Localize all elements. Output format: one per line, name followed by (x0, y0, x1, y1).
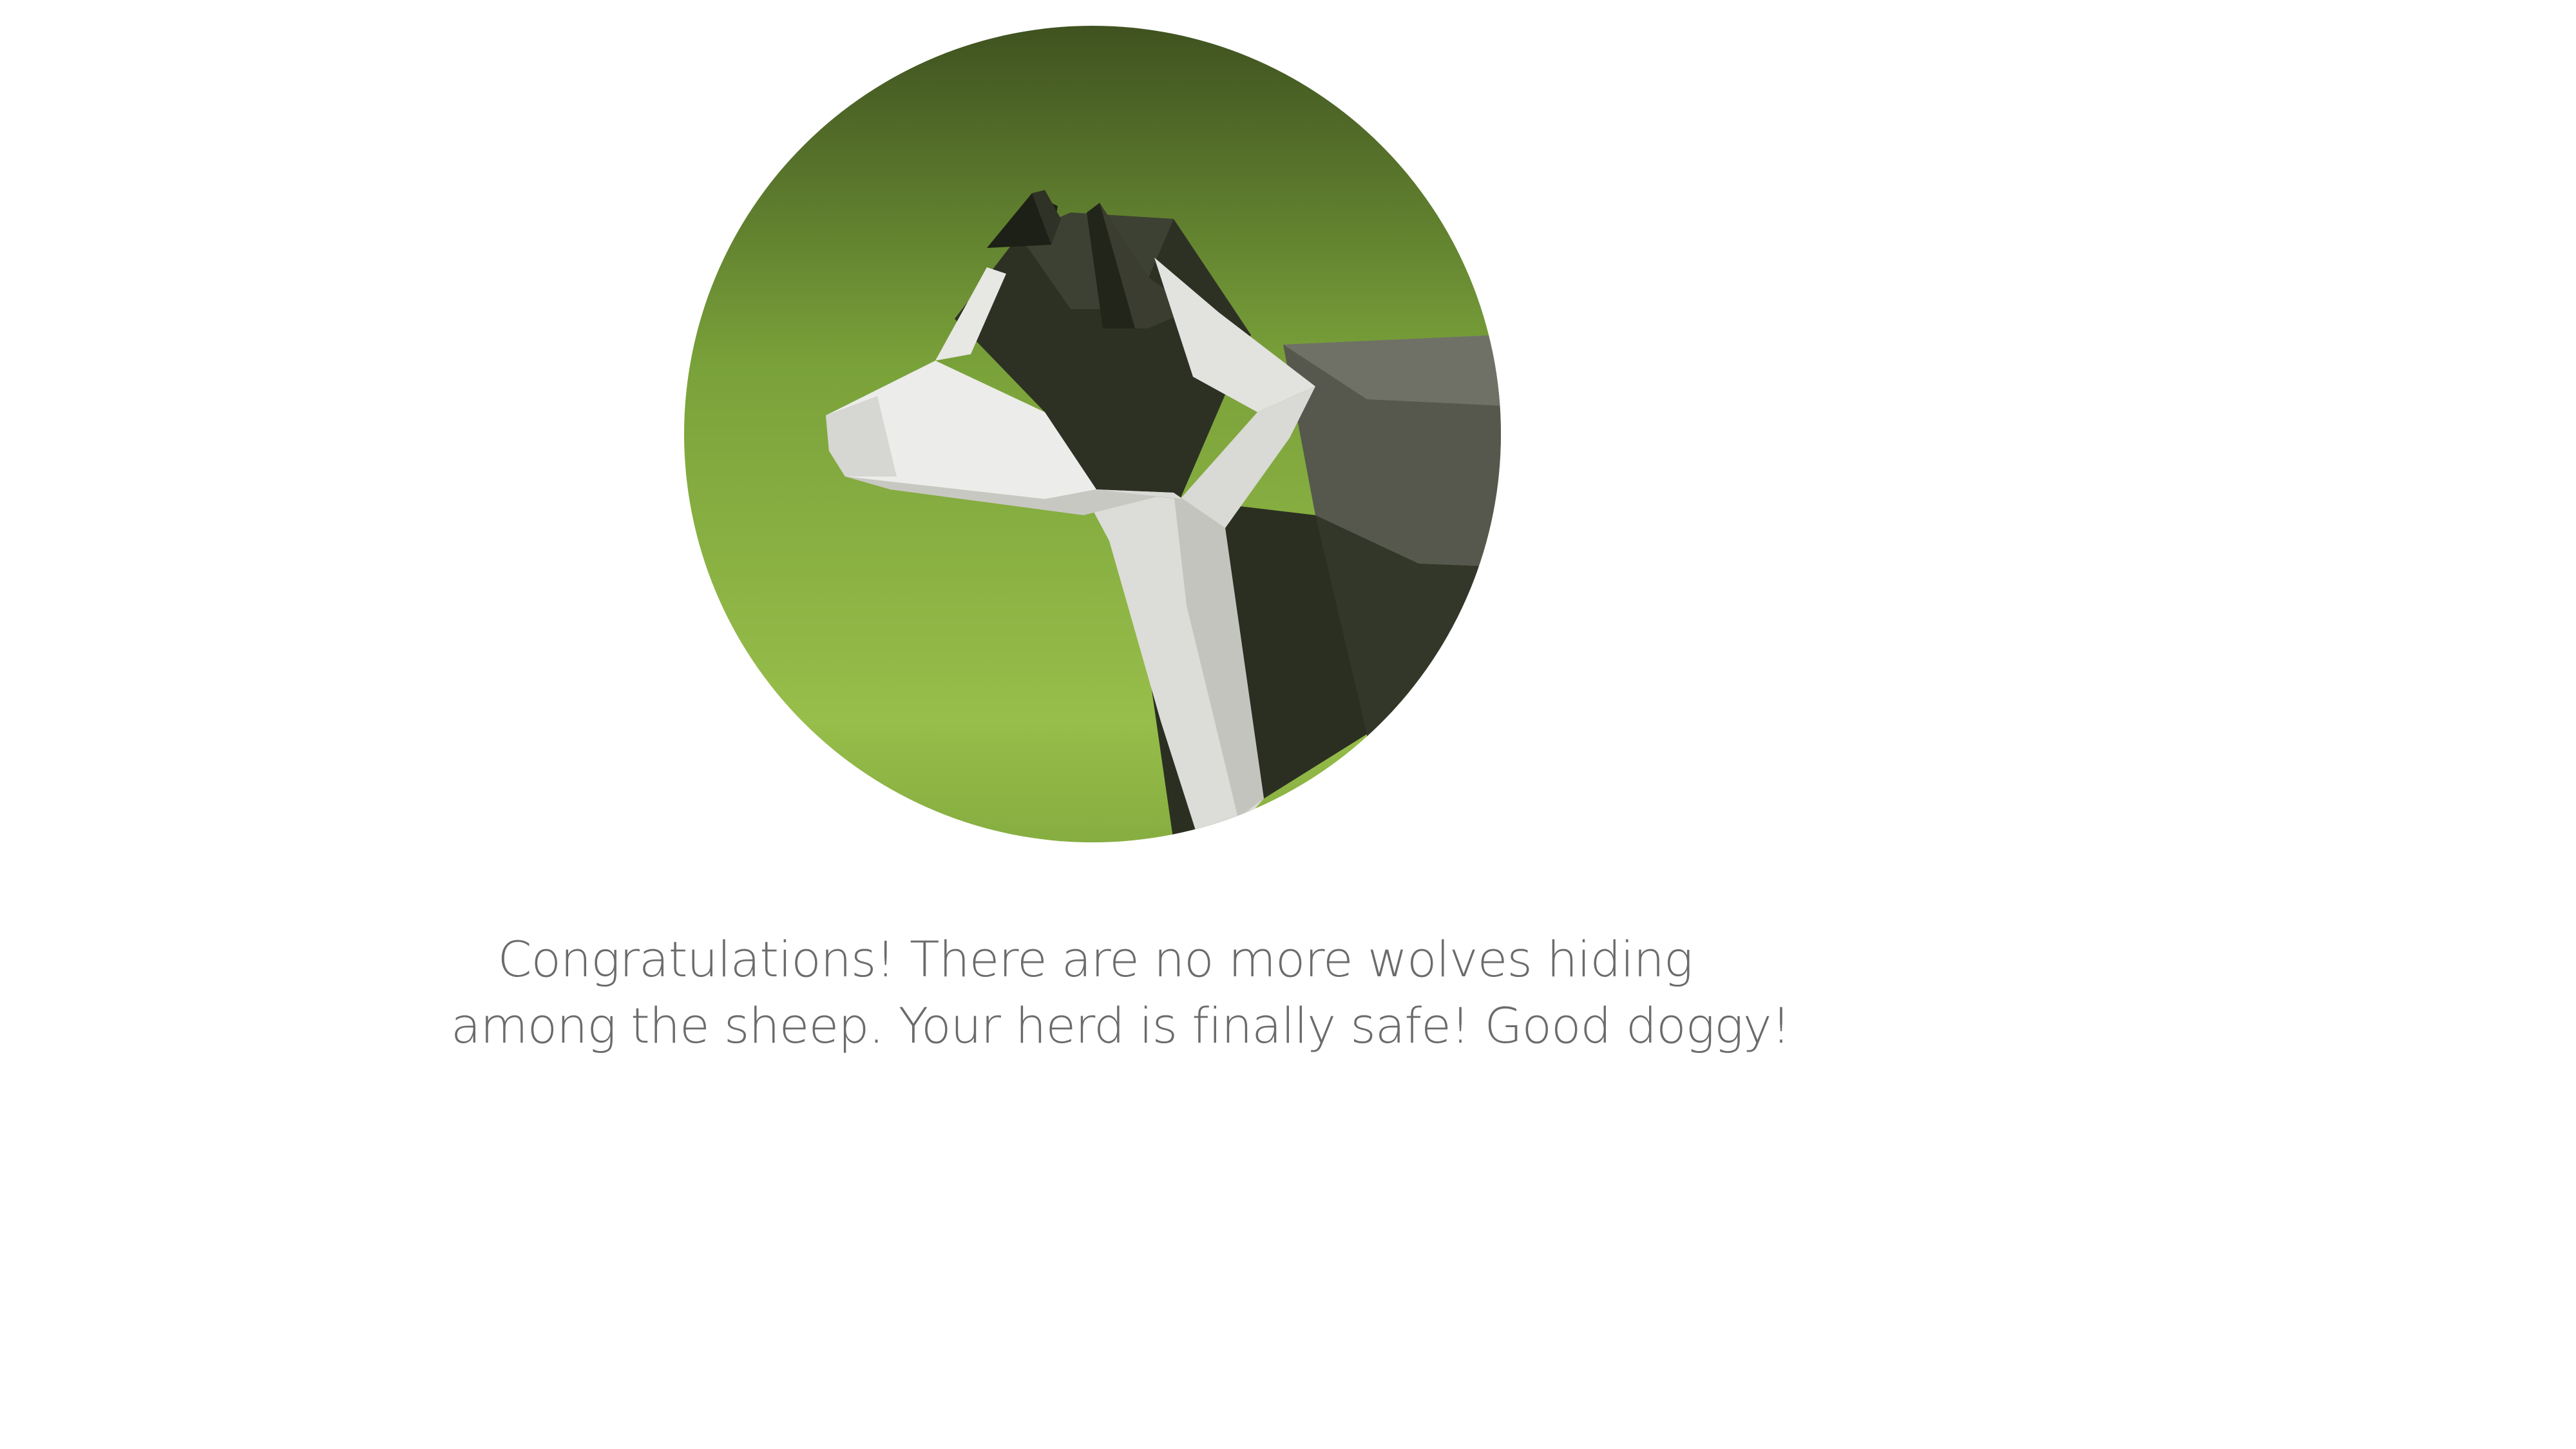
sheepdog-portrait-badge (684, 26, 1501, 842)
victory-screen: Congratulations! There are no more wolve… (0, 0, 2576, 1449)
victory-message: Congratulations! There are no more wolve… (451, 926, 1791, 1059)
victory-message-line-2: among the sheep. Your herd is finally sa… (451, 997, 1791, 1054)
victory-message-line-1: Congratulations! There are no more wolve… (497, 931, 1693, 988)
sheepdog-icon (684, 26, 1501, 842)
